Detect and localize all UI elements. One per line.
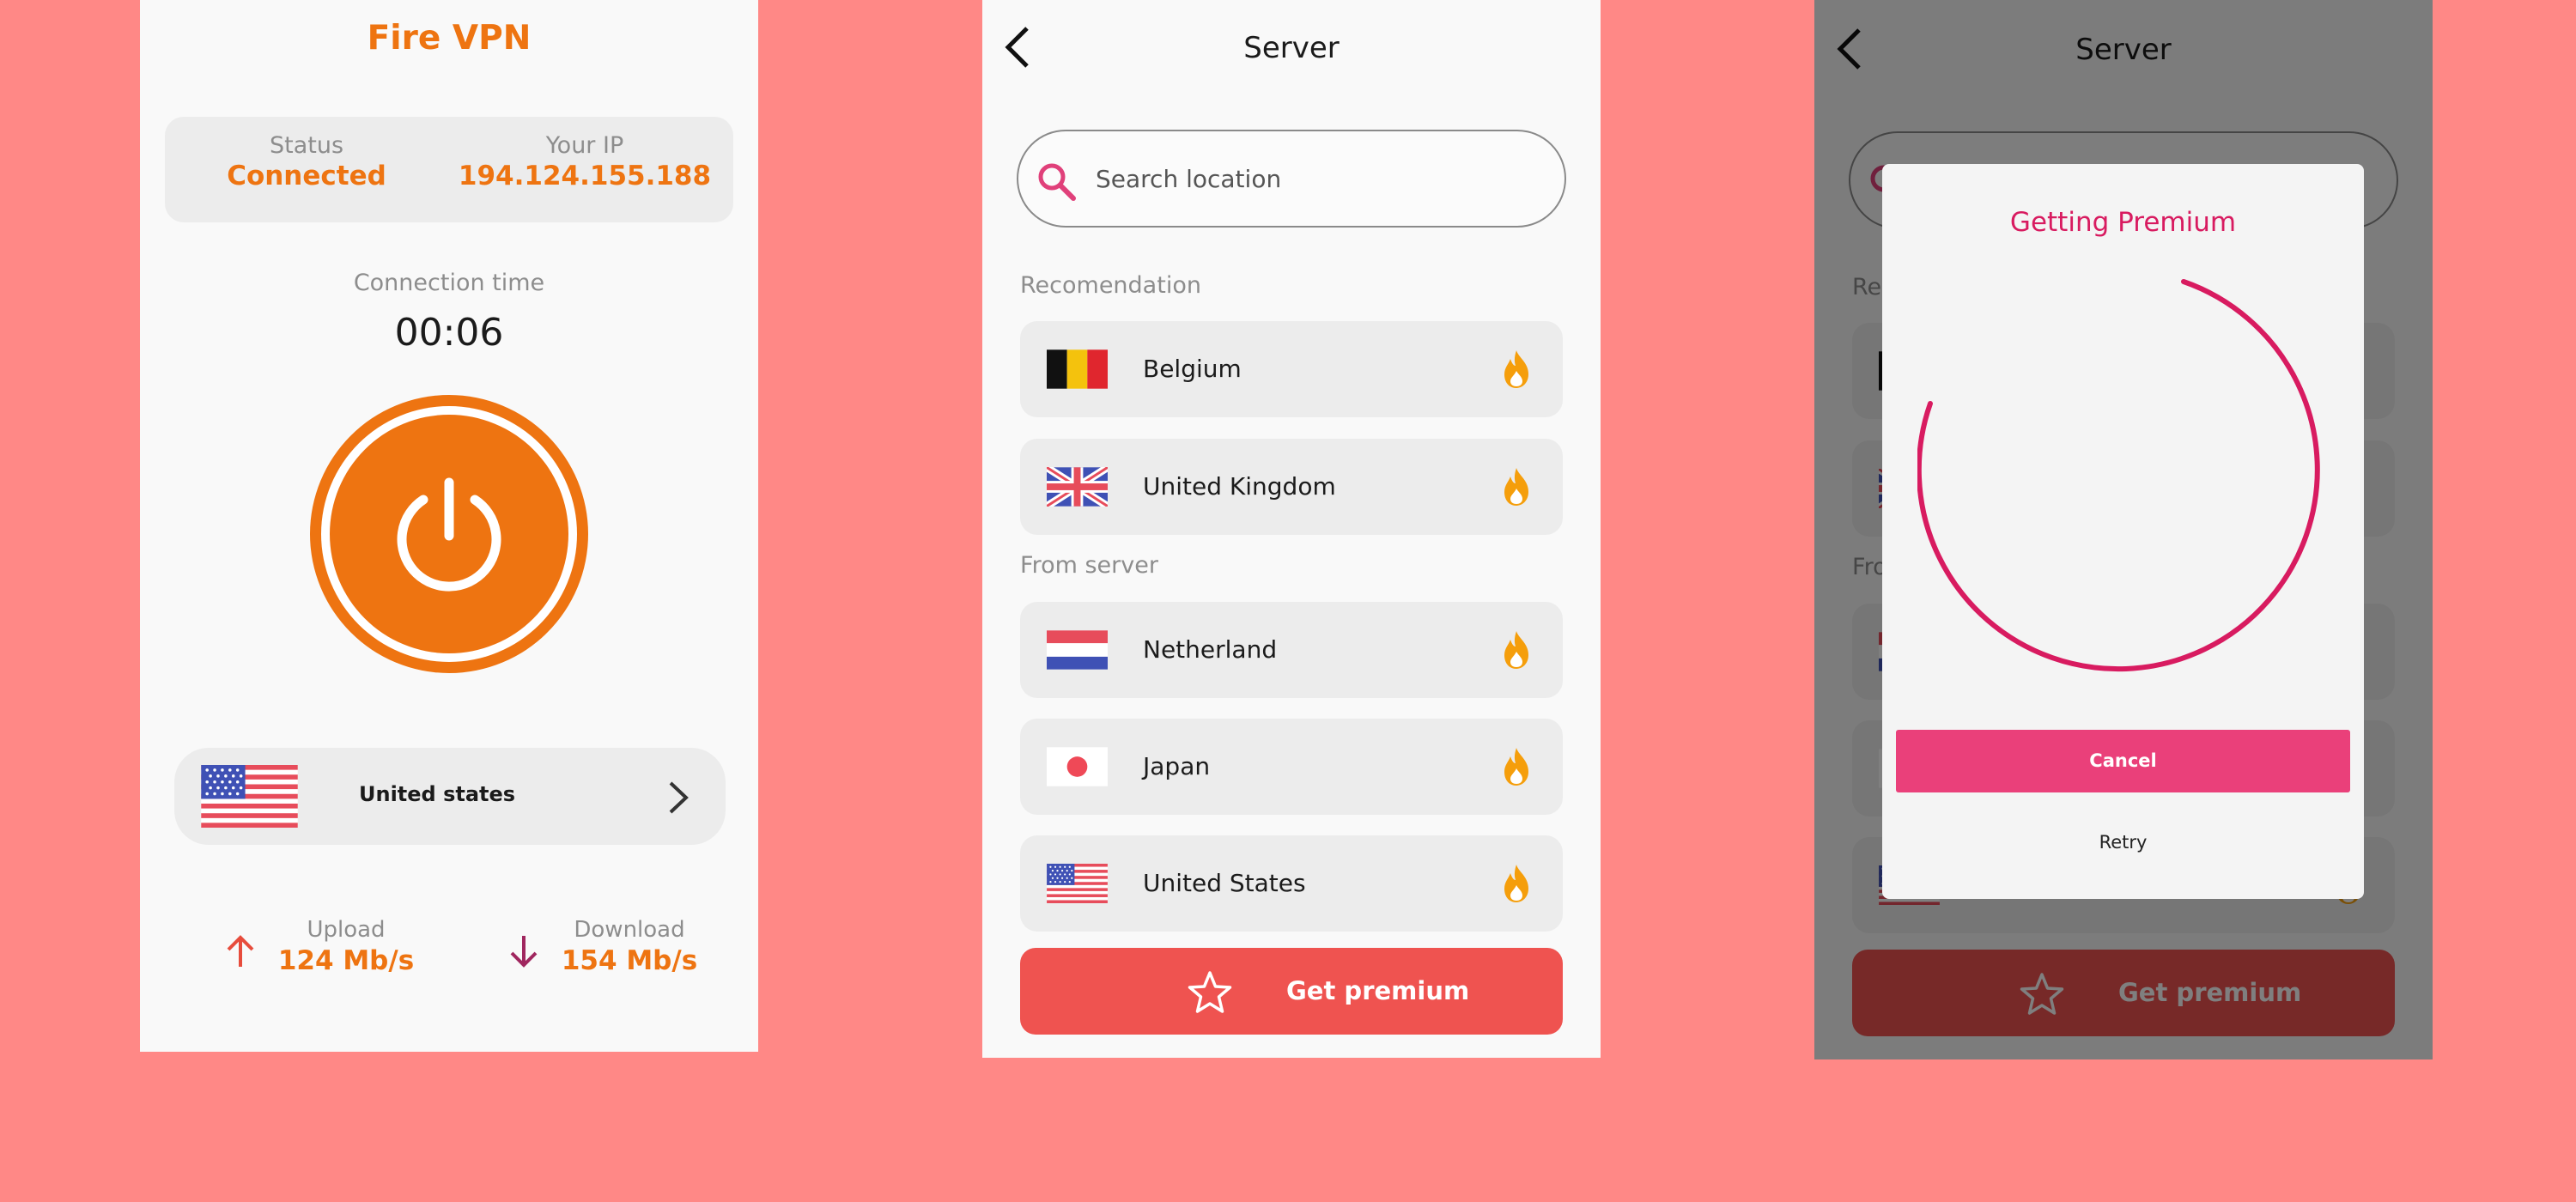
ip-label: Your IP [545, 132, 624, 159]
belgium-flag-icon [1047, 349, 1108, 389]
upload-label: Upload [307, 917, 386, 943]
uk-flag-icon [1047, 467, 1108, 507]
chevron-right-icon [669, 781, 689, 814]
cancel-button[interactable]: Cancel [1896, 730, 2350, 792]
fire-icon [1499, 349, 1534, 390]
server-name: Netherland [1143, 635, 1278, 664]
arrow-up-icon [227, 935, 254, 967]
netherlands-flag-icon [1047, 630, 1108, 670]
upload-value: 124 Mb/s [277, 945, 415, 976]
download-value: 154 Mb/s [561, 945, 698, 976]
power-button[interactable] [307, 392, 592, 677]
us-flag-icon [201, 765, 298, 828]
loading-spinner-icon [1917, 279, 2320, 672]
connection-time: 00:06 [394, 311, 504, 355]
fire-icon [1499, 466, 1534, 507]
server-name: United Kingdom [1143, 472, 1336, 501]
japan-flag-icon [1047, 747, 1108, 786]
search-box[interactable] [1017, 130, 1566, 228]
arrow-down-icon [510, 936, 538, 968]
status-label: Status [269, 132, 344, 159]
status-value: Connected [227, 161, 386, 191]
server-name: United States [1143, 869, 1306, 897]
ip-section: Your IP 194.124.155.188 [456, 132, 714, 191]
status-section: Status Connected [178, 132, 435, 191]
selected-country: United states [359, 782, 516, 806]
server-row-netherland[interactable]: Netherland [1020, 602, 1563, 698]
search-input[interactable] [1096, 157, 1542, 200]
getting-premium-dialog: Getting Premium Cancel Retry [1882, 164, 2364, 899]
recommendation-heading: Recomendation [1020, 272, 1201, 299]
server-screen: Server Recomendation Belgium United King… [982, 0, 1601, 1058]
us-flag-icon [1047, 864, 1108, 903]
fire-icon [1499, 863, 1534, 904]
fire-icon [1499, 629, 1534, 671]
server-screen-with-dialog: Server Recomendation Belgium United King… [1814, 0, 2433, 1059]
server-name: Belgium [1143, 355, 1242, 383]
server-row-japan[interactable]: Japan [1020, 719, 1563, 815]
download-label: Download [574, 917, 685, 943]
search-icon [1038, 163, 1076, 201]
connection-time-label: Connection time [353, 270, 545, 296]
server-row-united-states[interactable]: United States [1020, 835, 1563, 932]
screen-title: Server [1243, 31, 1340, 65]
dialog-title: Getting Premium [2009, 207, 2237, 238]
country-selector[interactable]: United states [174, 748, 726, 845]
home-screen: Fire VPN Status Connected Your IP 194.12… [140, 0, 758, 1052]
fire-icon [1499, 746, 1534, 787]
server-name: Japan [1143, 752, 1211, 780]
server-row-united-kingdom[interactable]: United Kingdom [1020, 439, 1563, 535]
get-premium-label: Get premium [1286, 976, 1470, 1005]
from-server-heading: From server [1020, 552, 1158, 579]
app-title: Fire VPN [367, 19, 532, 58]
retry-button[interactable]: Retry [1896, 817, 2350, 868]
server-row-belgium[interactable]: Belgium [1020, 321, 1563, 417]
get-premium-button[interactable]: Get premium [1020, 948, 1563, 1035]
status-card: Status Connected Your IP 194.124.155.188 [165, 117, 733, 222]
star-icon [1188, 971, 1232, 1013]
ip-value: 194.124.155.188 [458, 161, 712, 191]
